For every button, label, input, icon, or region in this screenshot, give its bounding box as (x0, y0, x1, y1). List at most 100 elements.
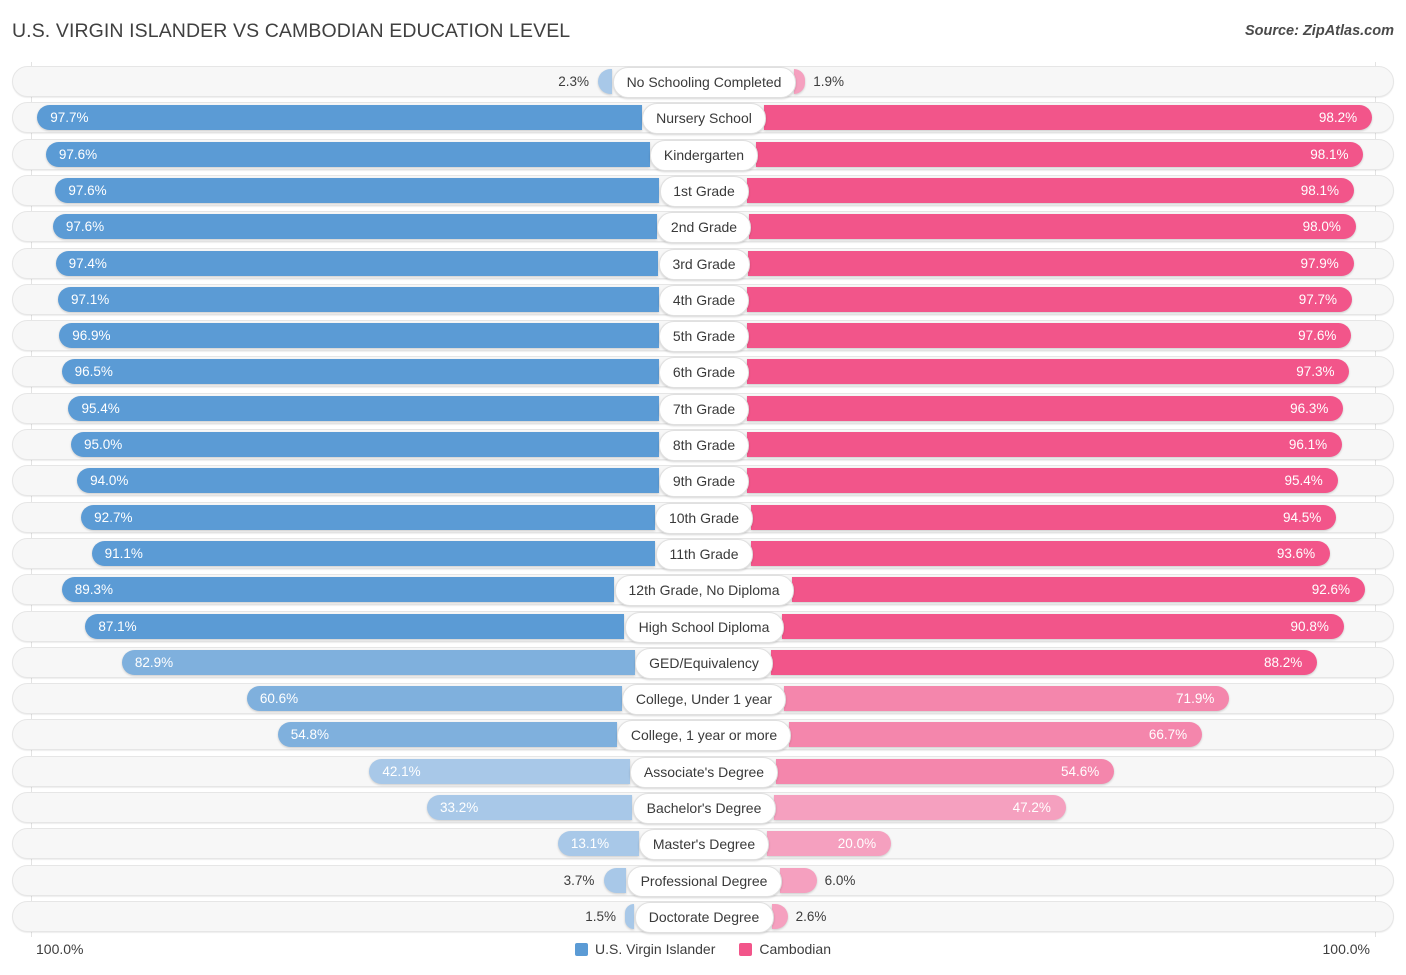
legend-swatch-icon (575, 943, 589, 956)
bar-us-virgin-islander[interactable] (625, 903, 635, 929)
bar-us-virgin-islander[interactable] (37, 105, 642, 131)
category-label-pill[interactable]: 7th Grade (659, 393, 749, 425)
bar-us-virgin-islander[interactable] (55, 250, 659, 276)
bar-cambodian[interactable] (756, 141, 1364, 167)
bar-cambodian[interactable] (779, 867, 817, 893)
category-label-pill[interactable]: 2nd Grade (657, 212, 751, 244)
category-label-pill[interactable]: 3rd Grade (658, 248, 750, 280)
bar-cambodian[interactable] (747, 286, 1352, 312)
category-label-pill[interactable]: Professional Degree (626, 865, 782, 897)
category-label-pill[interactable]: GED/Equivalency (635, 647, 773, 679)
category-label-pill[interactable]: Bachelor's Degree (632, 793, 776, 824)
bar-us-virgin-islander[interactable] (121, 649, 635, 675)
value-label-cambodian: 2.6% (795, 908, 827, 924)
bar-us-virgin-islander[interactable] (85, 613, 625, 639)
bar-cambodian[interactable] (751, 504, 1336, 530)
category-label-pill[interactable]: Kindergarten (650, 139, 758, 171)
bar-cambodian[interactable] (781, 613, 1344, 639)
bar-us-virgin-islander[interactable] (246, 686, 622, 712)
bar-us-virgin-islander[interactable] (55, 177, 660, 203)
category-label-pill[interactable]: Nursery School (642, 103, 766, 135)
table-row[interactable]: 96.5% 97.3% 6th Grade (12, 356, 1394, 389)
table-row[interactable]: 1.5% 2.6% Doctorate Degree (12, 900, 1394, 933)
category-label-pill[interactable]: High School Diploma (624, 611, 784, 643)
value-label-cambodian: 97.9% (1300, 255, 1339, 271)
legend-item-cambodian[interactable]: Cambodian (739, 938, 831, 960)
table-row[interactable]: 3.7% 6.0% Professional Degree (12, 864, 1394, 897)
value-label-us-virgin-islander: 42.1% (382, 763, 421, 779)
bar-us-virgin-islander[interactable] (57, 286, 659, 312)
category-label-pill[interactable]: 11th Grade (655, 538, 753, 570)
bar-cambodian[interactable] (750, 540, 1330, 566)
bar-cambodian[interactable] (746, 177, 1354, 203)
bar-cambodian[interactable] (791, 577, 1365, 603)
value-label-cambodian: 96.1% (1288, 437, 1328, 452)
bar-us-virgin-islander[interactable] (52, 214, 657, 240)
bar-cambodian[interactable] (789, 722, 1202, 748)
table-row[interactable]: 33.2% 47.2% Bachelor's Degree (12, 792, 1394, 824)
table-row[interactable]: 91.1% 93.6% 11th Grade (12, 537, 1394, 570)
bar-cambodian[interactable] (784, 686, 1230, 712)
bar-cambodian[interactable] (747, 250, 1354, 276)
value-label-us-virgin-islander: 94.0% (90, 473, 129, 489)
bar-cambodian[interactable] (749, 214, 1356, 240)
category-label-pill[interactable]: 1st Grade (659, 175, 749, 207)
bar-cambodian[interactable] (747, 432, 1342, 457)
category-label-pill[interactable]: 4th Grade (659, 284, 749, 316)
bar-us-virgin-islander[interactable] (68, 395, 659, 421)
table-row[interactable]: 82.9% 88.2% GED/Equivalency (12, 646, 1394, 679)
table-row[interactable]: 94.0% 95.4% 9th Grade (12, 465, 1394, 498)
table-row[interactable]: 95.0% 96.1% 8th Grade (12, 429, 1394, 461)
bar-cambodian[interactable] (747, 468, 1338, 494)
category-label-pill[interactable]: 8th Grade (659, 430, 749, 461)
table-row[interactable]: 54.8% 66.7% College, 1 year or more (12, 719, 1394, 752)
value-label-us-virgin-islander: 96.5% (74, 364, 113, 380)
table-row[interactable]: 95.4% 96.3% 7th Grade (12, 392, 1394, 425)
value-label-us-virgin-islander: 2.3% (558, 74, 590, 89)
table-row[interactable]: 97.4% 97.9% 3rd Grade (12, 247, 1394, 280)
legend-item-us-virgin-islander[interactable]: U.S. Virgin Islander (575, 938, 715, 960)
bar-us-virgin-islander[interactable] (70, 432, 659, 457)
bar-us-virgin-islander[interactable] (91, 540, 656, 566)
table-row[interactable]: 97.6% 98.0% 2nd Grade (12, 211, 1394, 244)
table-row[interactable]: 92.7% 94.5% 10th Grade (12, 501, 1394, 534)
category-label-pill[interactable]: Associate's Degree (630, 756, 778, 788)
category-label-pill[interactable]: 12th Grade, No Diploma (614, 575, 794, 607)
value-label-cambodian: 93.6% (1276, 545, 1316, 561)
value-label-cambodian: 97.6% (1298, 328, 1337, 344)
bar-cambodian[interactable] (747, 359, 1350, 385)
category-label-pill[interactable]: 6th Grade (659, 357, 749, 389)
category-label-pill[interactable]: 9th Grade (659, 466, 749, 498)
bar-us-virgin-islander[interactable] (61, 577, 615, 603)
category-label-pill[interactable]: 10th Grade (655, 502, 753, 534)
bar-us-virgin-islander[interactable] (45, 141, 650, 167)
table-row[interactable]: 87.1% 90.8% High School Diploma (12, 610, 1394, 643)
table-row[interactable]: 89.3% 92.6% 12th Grade, No Diploma (12, 574, 1394, 607)
bar-cambodian[interactable] (771, 649, 1317, 675)
value-label-cambodian: 98.2% (1318, 110, 1358, 126)
category-label-pill[interactable]: 5th Grade (659, 321, 749, 353)
bar-us-virgin-islander[interactable] (61, 359, 659, 385)
table-row[interactable]: 96.9% 97.6% 5th Grade (12, 320, 1394, 353)
table-row[interactable]: 97.6% 98.1% Kindergarten (12, 138, 1394, 171)
category-label-pill[interactable]: College, 1 year or more (617, 720, 791, 752)
value-label-cambodian: 66.7% (1148, 727, 1188, 743)
table-row[interactable]: 97.7% 98.2% Nursery School (12, 102, 1394, 135)
bar-us-virgin-islander[interactable] (81, 504, 655, 530)
bar-cambodian[interactable] (747, 395, 1344, 421)
table-row[interactable]: 42.1% 54.6% Associate's Degree (12, 755, 1394, 788)
bar-us-virgin-islander[interactable] (77, 468, 659, 494)
bar-us-virgin-islander[interactable] (603, 867, 627, 893)
bar-cambodian[interactable] (764, 105, 1372, 131)
table-row[interactable]: 2.3% 1.9% No Schooling Completed (12, 66, 1394, 98)
category-label-pill[interactable]: No Schooling Completed (612, 67, 796, 98)
table-row[interactable]: 60.6% 71.9% College, Under 1 year (12, 683, 1394, 716)
table-row[interactable]: 97.1% 97.7% 4th Grade (12, 283, 1394, 316)
table-row[interactable]: 13.1% 20.0% Master's Degree (12, 828, 1394, 861)
bar-cambodian[interactable] (747, 323, 1352, 349)
bar-us-virgin-islander[interactable] (59, 323, 659, 349)
category-label-pill[interactable]: College, Under 1 year (622, 684, 786, 716)
category-label-pill[interactable]: Master's Degree (639, 829, 769, 861)
table-row[interactable]: 97.6% 98.1% 1st Grade (12, 174, 1394, 207)
category-label-pill[interactable]: Doctorate Degree (634, 901, 774, 933)
